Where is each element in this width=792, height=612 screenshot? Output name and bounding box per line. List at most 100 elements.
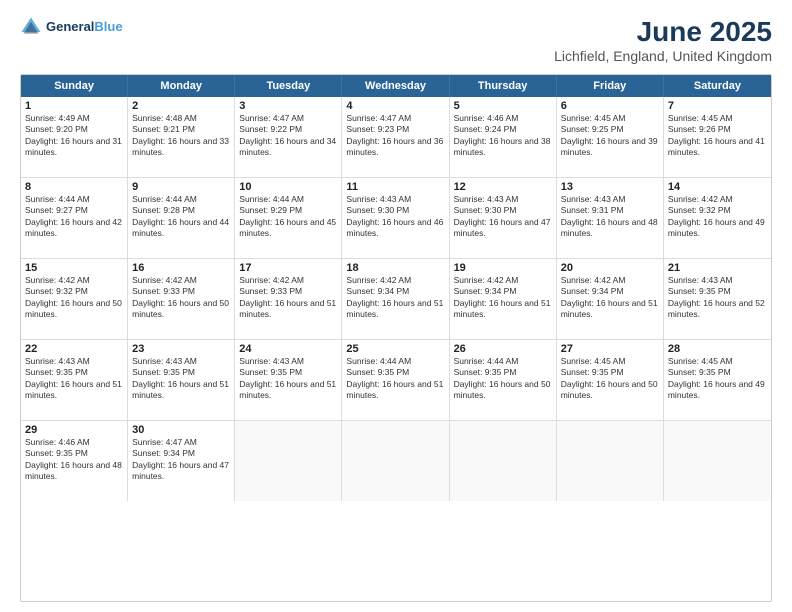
day-info: Sunrise: 4:45 AM Sunset: 9:35 PM Dayligh… — [561, 356, 659, 402]
main-title: June 2025 — [554, 16, 772, 48]
day-number: 19 — [454, 262, 552, 274]
subtitle: Lichfield, England, United Kingdom — [554, 48, 772, 64]
day-number: 27 — [561, 343, 659, 355]
day-info: Sunrise: 4:47 AM Sunset: 9:23 PM Dayligh… — [346, 113, 444, 159]
day-cell-1-4: 12Sunrise: 4:43 AM Sunset: 9:30 PM Dayli… — [450, 178, 557, 258]
day-info: Sunrise: 4:42 AM Sunset: 9:32 PM Dayligh… — [25, 275, 123, 321]
day-cell-0-4: 5Sunrise: 4:46 AM Sunset: 9:24 PM Daylig… — [450, 97, 557, 177]
day-info: Sunrise: 4:46 AM Sunset: 9:24 PM Dayligh… — [454, 113, 552, 159]
day-cell-1-0: 8Sunrise: 4:44 AM Sunset: 9:27 PM Daylig… — [21, 178, 128, 258]
day-info: Sunrise: 4:46 AM Sunset: 9:35 PM Dayligh… — [25, 437, 123, 483]
day-info: Sunrise: 4:49 AM Sunset: 9:20 PM Dayligh… — [25, 113, 123, 159]
day-number: 28 — [668, 343, 767, 355]
day-number: 22 — [25, 343, 123, 355]
day-info: Sunrise: 4:45 AM Sunset: 9:26 PM Dayligh… — [668, 113, 767, 159]
logo-icon — [20, 16, 42, 38]
day-info: Sunrise: 4:43 AM Sunset: 9:35 PM Dayligh… — [239, 356, 337, 402]
day-cell-3-4: 26Sunrise: 4:44 AM Sunset: 9:35 PM Dayli… — [450, 340, 557, 420]
day-number: 9 — [132, 181, 230, 193]
day-cell-1-5: 13Sunrise: 4:43 AM Sunset: 9:31 PM Dayli… — [557, 178, 664, 258]
day-cell-4-1: 30Sunrise: 4:47 AM Sunset: 9:34 PM Dayli… — [128, 421, 235, 501]
day-cell-1-2: 10Sunrise: 4:44 AM Sunset: 9:29 PM Dayli… — [235, 178, 342, 258]
day-number: 25 — [346, 343, 444, 355]
day-info: Sunrise: 4:47 AM Sunset: 9:22 PM Dayligh… — [239, 113, 337, 159]
day-number: 4 — [346, 100, 444, 112]
day-number: 6 — [561, 100, 659, 112]
day-number: 13 — [561, 181, 659, 193]
page: GeneralBlue June 2025 Lichfield, England… — [0, 0, 792, 612]
day-cell-1-6: 14Sunrise: 4:42 AM Sunset: 9:32 PM Dayli… — [664, 178, 771, 258]
day-info: Sunrise: 4:42 AM Sunset: 9:33 PM Dayligh… — [239, 275, 337, 321]
header-tuesday: Tuesday — [235, 75, 342, 97]
day-info: Sunrise: 4:48 AM Sunset: 9:21 PM Dayligh… — [132, 113, 230, 159]
day-info: Sunrise: 4:42 AM Sunset: 9:32 PM Dayligh… — [668, 194, 767, 240]
header-friday: Friday — [557, 75, 664, 97]
day-cell-3-2: 24Sunrise: 4:43 AM Sunset: 9:35 PM Dayli… — [235, 340, 342, 420]
day-cell-0-2: 3Sunrise: 4:47 AM Sunset: 9:22 PM Daylig… — [235, 97, 342, 177]
day-number: 10 — [239, 181, 337, 193]
day-info: Sunrise: 4:42 AM Sunset: 9:33 PM Dayligh… — [132, 275, 230, 321]
header-sunday: Sunday — [21, 75, 128, 97]
calendar: Sunday Monday Tuesday Wednesday Thursday… — [20, 74, 772, 602]
week-row-4: 29Sunrise: 4:46 AM Sunset: 9:35 PM Dayli… — [21, 421, 771, 501]
day-info: Sunrise: 4:45 AM Sunset: 9:25 PM Dayligh… — [561, 113, 659, 159]
header: GeneralBlue June 2025 Lichfield, England… — [20, 16, 772, 64]
header-wednesday: Wednesday — [342, 75, 449, 97]
day-info: Sunrise: 4:43 AM Sunset: 9:35 PM Dayligh… — [668, 275, 767, 321]
day-info: Sunrise: 4:43 AM Sunset: 9:31 PM Dayligh… — [561, 194, 659, 240]
day-cell-1-1: 9Sunrise: 4:44 AM Sunset: 9:28 PM Daylig… — [128, 178, 235, 258]
day-number: 24 — [239, 343, 337, 355]
day-info: Sunrise: 4:47 AM Sunset: 9:34 PM Dayligh… — [132, 437, 230, 483]
day-info: Sunrise: 4:43 AM Sunset: 9:35 PM Dayligh… — [132, 356, 230, 402]
day-info: Sunrise: 4:44 AM Sunset: 9:27 PM Dayligh… — [25, 194, 123, 240]
week-row-1: 8Sunrise: 4:44 AM Sunset: 9:27 PM Daylig… — [21, 178, 771, 259]
day-info: Sunrise: 4:42 AM Sunset: 9:34 PM Dayligh… — [346, 275, 444, 321]
calendar-body: 1Sunrise: 4:49 AM Sunset: 9:20 PM Daylig… — [21, 97, 771, 501]
day-info: Sunrise: 4:42 AM Sunset: 9:34 PM Dayligh… — [561, 275, 659, 321]
day-number: 3 — [239, 100, 337, 112]
day-cell-2-2: 17Sunrise: 4:42 AM Sunset: 9:33 PM Dayli… — [235, 259, 342, 339]
day-cell-4-2 — [235, 421, 342, 501]
day-cell-3-3: 25Sunrise: 4:44 AM Sunset: 9:35 PM Dayli… — [342, 340, 449, 420]
day-number: 12 — [454, 181, 552, 193]
header-thursday: Thursday — [450, 75, 557, 97]
title-block: June 2025 Lichfield, England, United Kin… — [554, 16, 772, 64]
day-info: Sunrise: 4:44 AM Sunset: 9:35 PM Dayligh… — [454, 356, 552, 402]
day-cell-0-0: 1Sunrise: 4:49 AM Sunset: 9:20 PM Daylig… — [21, 97, 128, 177]
day-cell-4-3 — [342, 421, 449, 501]
day-cell-0-6: 7Sunrise: 4:45 AM Sunset: 9:26 PM Daylig… — [664, 97, 771, 177]
logo-text: GeneralBlue — [46, 19, 123, 35]
calendar-header: Sunday Monday Tuesday Wednesday Thursday… — [21, 75, 771, 97]
day-info: Sunrise: 4:45 AM Sunset: 9:35 PM Dayligh… — [668, 356, 767, 402]
day-cell-3-5: 27Sunrise: 4:45 AM Sunset: 9:35 PM Dayli… — [557, 340, 664, 420]
day-cell-4-4 — [450, 421, 557, 501]
day-number: 21 — [668, 262, 767, 274]
day-cell-4-5 — [557, 421, 664, 501]
day-number: 29 — [25, 424, 123, 436]
day-number: 26 — [454, 343, 552, 355]
day-info: Sunrise: 4:44 AM Sunset: 9:28 PM Dayligh… — [132, 194, 230, 240]
week-row-3: 22Sunrise: 4:43 AM Sunset: 9:35 PM Dayli… — [21, 340, 771, 421]
week-row-0: 1Sunrise: 4:49 AM Sunset: 9:20 PM Daylig… — [21, 97, 771, 178]
day-cell-2-5: 20Sunrise: 4:42 AM Sunset: 9:34 PM Dayli… — [557, 259, 664, 339]
day-info: Sunrise: 4:44 AM Sunset: 9:29 PM Dayligh… — [239, 194, 337, 240]
day-cell-0-3: 4Sunrise: 4:47 AM Sunset: 9:23 PM Daylig… — [342, 97, 449, 177]
week-row-2: 15Sunrise: 4:42 AM Sunset: 9:32 PM Dayli… — [21, 259, 771, 340]
day-info: Sunrise: 4:42 AM Sunset: 9:34 PM Dayligh… — [454, 275, 552, 321]
day-number: 18 — [346, 262, 444, 274]
day-number: 14 — [668, 181, 767, 193]
day-cell-4-0: 29Sunrise: 4:46 AM Sunset: 9:35 PM Dayli… — [21, 421, 128, 501]
day-cell-2-0: 15Sunrise: 4:42 AM Sunset: 9:32 PM Dayli… — [21, 259, 128, 339]
day-cell-2-6: 21Sunrise: 4:43 AM Sunset: 9:35 PM Dayli… — [664, 259, 771, 339]
day-number: 17 — [239, 262, 337, 274]
day-cell-3-6: 28Sunrise: 4:45 AM Sunset: 9:35 PM Dayli… — [664, 340, 771, 420]
day-number: 1 — [25, 100, 123, 112]
day-number: 16 — [132, 262, 230, 274]
day-number: 11 — [346, 181, 444, 193]
day-number: 15 — [25, 262, 123, 274]
header-saturday: Saturday — [664, 75, 771, 97]
day-info: Sunrise: 4:43 AM Sunset: 9:35 PM Dayligh… — [25, 356, 123, 402]
day-cell-1-3: 11Sunrise: 4:43 AM Sunset: 9:30 PM Dayli… — [342, 178, 449, 258]
day-number: 5 — [454, 100, 552, 112]
logo: GeneralBlue — [20, 16, 123, 38]
